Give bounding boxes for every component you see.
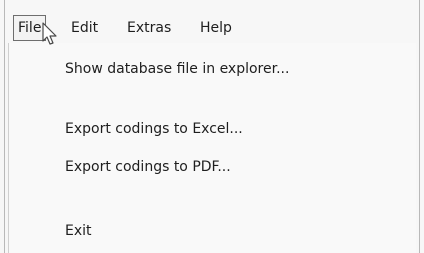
file-menu-dropdown: Show database file in explorer... Export… — [8, 43, 416, 253]
menu-item-export-pdf[interactable]: Export codings to PDF... — [65, 155, 231, 179]
menu-item-show-database-file[interactable]: Show database file in explorer... — [65, 57, 289, 81]
menu-extras[interactable]: Extras — [123, 16, 175, 40]
menu-edit[interactable]: Edit — [67, 16, 102, 40]
menu-item-export-excel[interactable]: Export codings to Excel... — [65, 117, 243, 141]
mouse-pointer-icon — [42, 22, 57, 45]
window-right-border — [419, 0, 420, 253]
menu-help[interactable]: Help — [196, 16, 236, 40]
menu-item-exit[interactable]: Exit — [65, 219, 92, 243]
application-window: File Edit Extras Help Show database file… — [0, 0, 424, 253]
